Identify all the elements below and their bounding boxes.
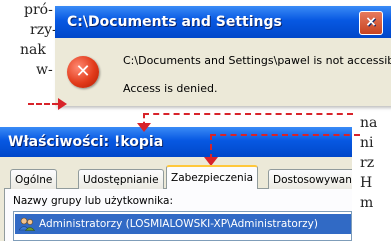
tab-general[interactable]: Ogólne <box>10 169 58 189</box>
error-icon: ✕ <box>67 56 99 88</box>
users-group-icon <box>19 217 35 231</box>
error-message: C:\Documents and Settings\pawel is not a… <box>123 54 391 67</box>
callout-line <box>210 134 212 160</box>
group-name: Administratorzy (LOSMIALOWSKI-XP\Adminis… <box>39 218 318 230</box>
article-line: nak <box>20 42 46 58</box>
article-line: rz <box>360 155 375 171</box>
article-text-right: na ni rz H m <box>360 113 391 213</box>
close-button[interactable]: × <box>359 11 383 35</box>
article-line: na <box>360 115 378 131</box>
article-line: H <box>360 175 373 191</box>
properties-title: Właściwości: !kopia <box>8 134 164 150</box>
tab-security[interactable]: Zabezpieczenia <box>166 165 259 189</box>
security-panel: Nazwy grupy lub użytkownika: Administrat… <box>4 189 352 241</box>
error-dialog-titlebar: C:\Documents and Settings × <box>55 6 391 38</box>
close-icon: × <box>365 14 377 30</box>
article-line: pró- <box>24 2 53 18</box>
article-line: ni <box>360 135 374 151</box>
callout-line <box>143 113 353 115</box>
callout-line <box>210 134 360 136</box>
tab-sharing[interactable]: Udostępnianie <box>78 169 164 189</box>
article-line: rzy- <box>30 22 57 38</box>
properties-titlebar: Właściwości: !kopia <box>0 127 352 157</box>
article-line: w- <box>36 62 53 78</box>
user-group-list[interactable]: Administratorzy (LOSMIALOWSKI-XP\Adminis… <box>13 211 352 241</box>
callout-line <box>28 103 58 105</box>
error-detail: Access is denied. <box>123 82 218 95</box>
group-names-label: Nazwy grupy lub użytkownika: <box>13 195 174 207</box>
access-denied-dialog: C:\Documents and Settings × ✕ C:\Documen… <box>55 6 391 106</box>
tab-customize[interactable]: Dostosowywanie <box>268 169 352 189</box>
list-item-administrators[interactable]: Administratorzy (LOSMIALOWSKI-XP\Adminis… <box>15 214 351 234</box>
tab-strip: Ogólne Udostępnianie Zabezpieczenia Dost… <box>4 165 352 189</box>
article-line: m <box>360 195 374 211</box>
article-text-left: pró- rzy- nak w- <box>0 0 62 80</box>
callout-line <box>143 113 145 127</box>
error-dialog-title: C:\Documents and Settings <box>67 14 282 30</box>
properties-dialog: Właściwości: !kopia Ogólne Udostępnianie… <box>0 127 352 241</box>
